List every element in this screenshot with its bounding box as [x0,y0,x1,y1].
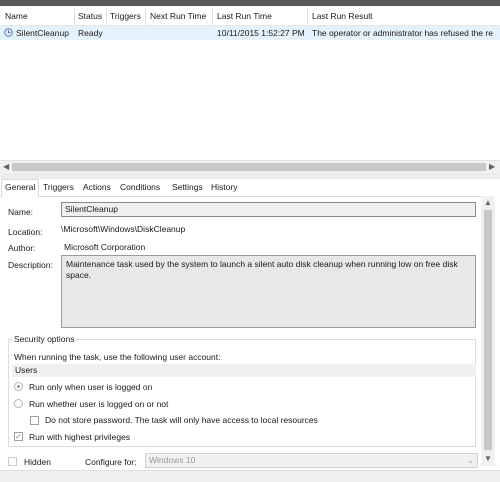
window-top-strip [0,0,500,6]
tab-triggers[interactable]: Triggers [40,180,77,195]
scroll-up-icon[interactable]: ▲ [484,198,492,207]
highest-privileges-checkbox[interactable]: ✓ [14,432,23,441]
column-divider[interactable] [212,8,213,25]
tab-actions[interactable]: Actions [80,180,114,195]
name-label: Name: [8,207,34,217]
radio-run-whether-logged-on[interactable] [14,399,23,408]
radio-run-only-logged-on[interactable] [14,382,23,391]
scrollbar-thumb[interactable] [484,210,492,450]
pane-splitter[interactable] [0,173,500,179]
chevron-down-icon: ⌄ [466,455,474,465]
tab-history[interactable]: History [208,180,240,195]
hidden-checkbox[interactable] [8,457,17,466]
author-value[interactable]: Microsoft Corporation [64,242,145,252]
author-label: Author: [8,243,36,253]
scrollbar-thumb[interactable] [12,163,486,171]
highest-privileges-label[interactable]: Run with highest privileges [29,432,130,442]
column-header-status[interactable]: Status [78,11,102,21]
column-divider[interactable] [74,8,75,25]
tab-settings[interactable]: Settings [169,180,206,195]
configure-for-select[interactable]: Windows 10 ⌄ [145,453,478,468]
description-field[interactable]: Maintenance task used by the system to l… [61,255,476,328]
user-account-value: Users [15,365,38,375]
detail-tabs: General Triggers Actions Conditions Sett… [0,179,490,197]
tab-conditions[interactable]: Conditions [117,180,163,195]
run-only-logged-on-label[interactable]: Run only when user is logged on [29,382,152,392]
column-header-last-run-result[interactable]: Last Run Result [312,11,372,21]
name-field[interactable]: SilentCleanup [61,202,476,217]
run-whether-logged-on-label[interactable]: Run whether user is logged on or not [29,399,168,409]
configure-for-value: Windows 10 [149,455,196,465]
location-label: Location: [8,227,43,237]
configure-for-label: Configure for: [85,457,137,467]
column-divider[interactable] [106,8,107,25]
column-divider[interactable] [145,8,146,25]
column-header-triggers[interactable]: Triggers [110,11,141,21]
column-divider[interactable] [307,8,308,25]
task-name-cell: SilentCleanup [16,28,69,38]
task-last-run-time-cell: 10/11/2015 1:52:27 PM [217,28,305,38]
column-header-last-run-time[interactable]: Last Run Time [217,11,272,21]
security-options-title: Security options [12,334,77,344]
location-value[interactable]: \Microsoft\Windows\DiskCleanup [61,224,185,234]
vertical-scrollbar[interactable]: ▲ ▼ [481,196,495,466]
task-last-run-result-cell: The operator or administrator has refuse… [312,28,493,38]
hidden-label[interactable]: Hidden [24,457,51,467]
table-row[interactable]: SilentCleanup Ready 10/11/2015 1:52:27 P… [0,26,500,40]
user-account-field: Users [12,364,476,377]
column-header-name[interactable]: Name [5,11,28,21]
description-label: Description: [8,260,53,270]
bottom-edge [0,470,500,482]
column-header-next-run-time[interactable]: Next Run Time [150,11,206,21]
scroll-left-icon[interactable]: ◀ [3,162,9,171]
do-not-store-password-label[interactable]: Do not store password. The task will onl… [45,415,318,425]
do-not-store-password-checkbox[interactable] [30,416,39,425]
horizontal-scrollbar[interactable]: ◀ ▶ [0,160,500,173]
clock-icon [4,28,13,37]
task-status-cell: Ready [78,28,103,38]
task-list-header: Name Status Triggers Next Run Time Last … [0,8,500,26]
scroll-right-icon[interactable]: ▶ [489,162,495,171]
account-prompt: When running the task, use the following… [14,352,221,362]
scroll-down-icon[interactable]: ▼ [484,454,492,463]
tab-general[interactable]: General [1,179,40,197]
